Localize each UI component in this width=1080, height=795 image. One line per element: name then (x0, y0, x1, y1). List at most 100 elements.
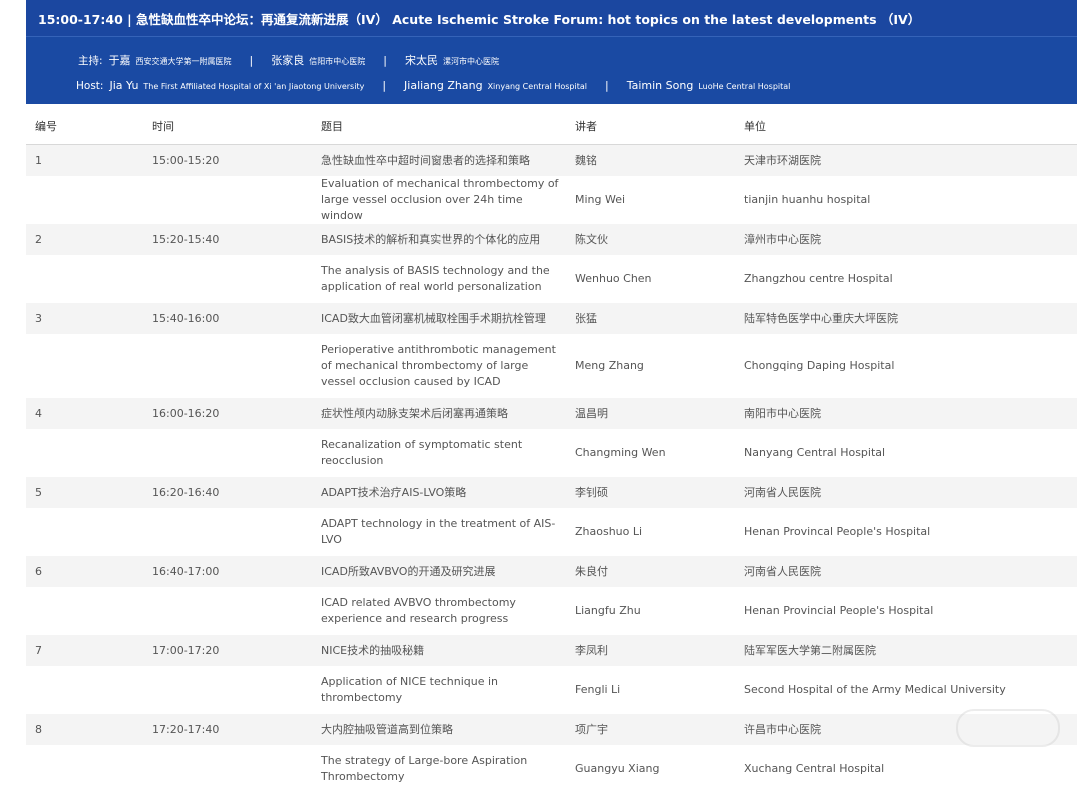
col-header-time: 时间 (143, 108, 312, 145)
host-cn-inst-3: 漯河市中心医院 (442, 57, 499, 66)
cell-time: 16:40-17:00 (143, 556, 312, 587)
cell-unit-en: Xuchang Central Hospital (735, 745, 1077, 793)
cell-time: 15:00-15:20 (143, 144, 312, 176)
cell-empty (26, 587, 143, 635)
table-row: 4 16:00-16:20 症状性颅内动脉支架术后闭塞再通策略 温昌明 南阳市中心医院 (26, 398, 1077, 429)
table-row: The analysis of BASIS technology and the… (26, 255, 1077, 303)
host-en-inst-3: LuoHe Central Hospital (698, 82, 791, 91)
cell-unit-cn: 天津市环湖医院 (735, 144, 1077, 176)
cell-unit-en: Chongqing Daping Hospital (735, 334, 1077, 398)
cell-empty (26, 334, 143, 398)
cell-topic-cn: ICAD所致AVBVO的开通及研究进展 (312, 556, 566, 587)
table-row: 8 17:20-17:40 大内腔抽吸管道高到位策略 项广宇 许昌市中心医院 (26, 714, 1077, 745)
cell-speaker-en: Meng Zhang (566, 334, 735, 398)
cell-empty (143, 666, 312, 714)
cell-empty (143, 745, 312, 793)
cell-empty (143, 429, 312, 477)
cell-no: 2 (26, 224, 143, 255)
cell-topic-cn: ADAPT技术治疗AIS-LVO策略 (312, 477, 566, 508)
host-en-label: Host: (76, 80, 104, 92)
cell-empty (26, 745, 143, 793)
cell-empty (143, 176, 312, 224)
host-en-name-1: Jia Yu (109, 79, 139, 92)
cell-empty (26, 255, 143, 303)
session-title: 15:00-17:40 | 急性缺血性卒中论坛：再通复流新进展（IV） Acut… (26, 0, 1077, 37)
host-en-name-2: Jialiang Zhang (404, 79, 483, 92)
cell-unit-en: Second Hospital of the Army Medical Univ… (735, 666, 1077, 714)
cell-unit-cn: 河南省人民医院 (735, 556, 1077, 587)
cell-unit-en: Henan Provincal People's Hospital (735, 508, 1077, 556)
cell-time: 16:00-16:20 (143, 398, 312, 429)
cell-unit-cn: 陆军特色医学中心重庆大坪医院 (735, 303, 1077, 334)
cell-speaker-cn: 陈文伙 (566, 224, 735, 255)
table-row: 7 17:00-17:20 NICE技术的抽吸秘籍 李凤利 陆军军医大学第二附属医院 (26, 635, 1077, 666)
session-header: 15:00-17:40 | 急性缺血性卒中论坛：再通复流新进展（IV） Acut… (26, 0, 1077, 104)
cell-unit-en: tianjin huanhu hospital (735, 176, 1077, 224)
host-cn-inst-1: 西安交通大学第一附属医院 (135, 57, 232, 66)
cell-topic-en: ICAD related AVBVO thrombectomy experien… (312, 587, 566, 635)
cell-topic-en: Perioperative antithrombotic management … (312, 334, 566, 398)
host-cn-name-2: 张家良 (271, 54, 305, 67)
table-row: 6 16:40-17:00 ICAD所致AVBVO的开通及研究进展 朱良付 河南省人民医… (26, 556, 1077, 587)
cell-time: 17:00-17:20 (143, 635, 312, 666)
col-header-topic: 题目 (312, 108, 566, 145)
cell-empty (143, 255, 312, 303)
cell-no: 5 (26, 477, 143, 508)
cell-unit-en: Nanyang Central Hospital (735, 429, 1077, 477)
cell-no: 4 (26, 398, 143, 429)
cell-empty (26, 666, 143, 714)
host-cn-label: 主持: (78, 55, 103, 67)
host-separator: | (382, 79, 387, 92)
table-row: ADAPT technology in the treatment of AIS… (26, 508, 1077, 556)
cell-topic-cn: NICE技术的抽吸秘籍 (312, 635, 566, 666)
cell-speaker-cn: 项广宇 (566, 714, 735, 745)
table-row: Application of NICE technique in thrombe… (26, 666, 1077, 714)
cell-no: 8 (26, 714, 143, 745)
cell-speaker-en: Ming Wei (566, 176, 735, 224)
table-row: The strategy of Large-bore Aspiration Th… (26, 745, 1077, 793)
cell-speaker-cn: 温昌明 (566, 398, 735, 429)
cell-empty (26, 176, 143, 224)
cell-time: 15:20-15:40 (143, 224, 312, 255)
cell-speaker-en: Changming Wen (566, 429, 735, 477)
cell-speaker-en: Wenhuo Chen (566, 255, 735, 303)
cell-unit-en: Zhangzhou centre Hospital (735, 255, 1077, 303)
hosts-en-line: Host: Jia Yu The First Affiliated Hospit… (76, 79, 790, 92)
cell-time: 17:20-17:40 (143, 714, 312, 745)
cell-topic-cn: BASIS技术的解析和真实世界的个体化的应用 (312, 224, 566, 255)
schedule-table: 编号 时间 题目 讲者 单位 1 15:00-15:20 急性缺血性卒中超时间窗患者… (26, 108, 1077, 793)
cell-speaker-en: Guangyu Xiang (566, 745, 735, 793)
cell-empty (26, 429, 143, 477)
cell-topic-en: Application of NICE technique in thrombe… (312, 666, 566, 714)
cell-topic-cn: 症状性颅内动脉支架术后闭塞再通策略 (312, 398, 566, 429)
table-row: 1 15:00-15:20 急性缺血性卒中超时间窗患者的选择和策略 魏铭 天津市环湖医院 (26, 144, 1077, 176)
cell-speaker-cn: 李凤利 (566, 635, 735, 666)
cell-topic-en: Evaluation of mechanical thrombectomy of… (312, 176, 566, 224)
host-separator: | (383, 54, 387, 67)
cell-topic-en: Recanalization of symptomatic stent reoc… (312, 429, 566, 477)
table-row: Recanalization of symptomatic stent reoc… (26, 429, 1077, 477)
cell-speaker-cn: 李钊硕 (566, 477, 735, 508)
cell-speaker-en: Fengli Li (566, 666, 735, 714)
table-header-row: 编号 时间 题目 讲者 单位 (26, 108, 1077, 145)
host-en-name-3: Taimin Song (626, 79, 694, 92)
table-row: 3 15:40-16:00 ICAD致大血管闭塞机械取栓围手术期抗栓管理 张猛 陆军特色… (26, 303, 1077, 334)
cell-no: 6 (26, 556, 143, 587)
table-row: 5 16:20-16:40 ADAPT技术治疗AIS-LVO策略 李钊硕 河南省人民医院 (26, 477, 1077, 508)
cell-topic-cn: ICAD致大血管闭塞机械取栓围手术期抗栓管理 (312, 303, 566, 334)
cell-no: 3 (26, 303, 143, 334)
cell-topic-cn: 大内腔抽吸管道高到位策略 (312, 714, 566, 745)
host-cn-inst-2: 信阳市中心医院 (309, 57, 366, 66)
host-en-inst-1: The First Affiliated Hospital of Xi 'an … (143, 82, 365, 91)
watermark-logo (956, 709, 1060, 747)
cell-speaker-cn: 张猛 (566, 303, 735, 334)
cell-unit-cn: 河南省人民医院 (735, 477, 1077, 508)
table-row: 2 15:20-15:40 BASIS技术的解析和真实世界的个体化的应用 陈文伙 漳州市… (26, 224, 1077, 255)
host-cn-name-3: 宋太民 (404, 54, 438, 67)
cell-topic-en: The analysis of BASIS technology and the… (312, 255, 566, 303)
cell-unit-cn: 陆军军医大学第二附属医院 (735, 635, 1077, 666)
cell-empty (26, 508, 143, 556)
cell-unit-en: Henan Provincial People's Hospital (735, 587, 1077, 635)
hosts-cn-line: 主持: 于嘉 西安交通大学第一附属医院 | 张家良 信阳市中心医院 | 宋太民 … (78, 52, 499, 68)
col-header-speaker: 讲者 (566, 108, 735, 145)
